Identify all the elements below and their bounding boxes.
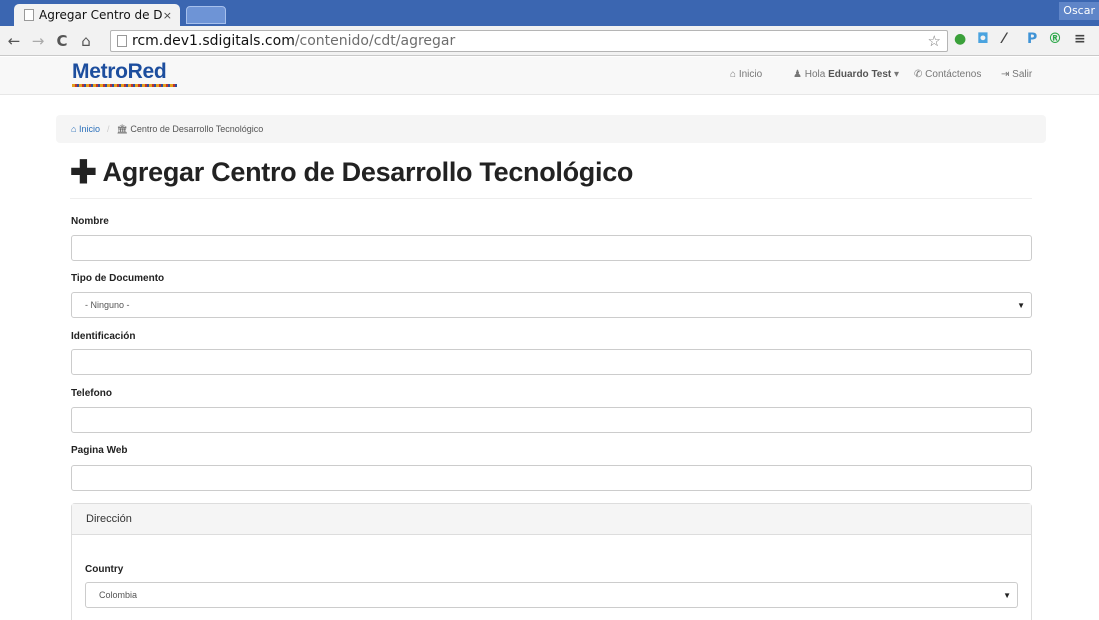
breadcrumb: ⌂ Inicio / 🏛 Centro de Desarrollo Tecnol… [56,115,1046,143]
nav-user-menu[interactable]: ♟ Hola Eduardo Test ▾ [793,69,899,80]
dropdown-arrow-icon: ▼ [1003,591,1011,600]
url-path: /contenido/cdt/agregar [294,33,456,49]
nav-logout[interactable]: ⇥ Salir [1001,69,1032,80]
breadcrumb-home-icon[interactable]: ⌂ [71,124,79,134]
browser-menu-icon[interactable]: ≡ [1074,31,1086,47]
browser-tab[interactable]: Agregar Centro de D × [14,4,180,26]
close-tab-icon[interactable]: × [163,9,172,22]
home-icon: ⌂ [730,69,737,80]
bookmark-star-icon[interactable]: ☆ [928,32,941,50]
forward-icon[interactable]: → [28,32,48,50]
tipo-documento-select[interactable]: - Ninguno - ▼ [71,292,1032,318]
logout-icon: ⇥ [1001,69,1010,80]
breadcrumb-current: Centro de Desarrollo Tecnológico [130,124,264,134]
greeting-label: Hola [804,69,826,80]
identificacion-label: Identificación [71,331,136,342]
identificacion-input[interactable] [71,349,1032,375]
breadcrumb-separator: / [106,124,110,134]
tab-title: Agregar Centro de D [39,8,163,22]
user-name: Eduardo Test [828,69,892,80]
reload-icon[interactable]: C [52,32,72,50]
dropdown-arrow-icon: ▼ [1017,301,1025,310]
nav-logout-label: Salir [1012,69,1033,80]
page-title-text: Agregar Centro de Desarrollo Tecnológico [102,156,634,187]
address-bar[interactable]: rcm.dev1.sdigitals.com /contenido/cdt/ag… [110,30,948,52]
plus-icon: ✚ [70,154,97,190]
breadcrumb-home[interactable]: Inicio [79,124,100,134]
home-icon[interactable]: ⌂ [76,32,96,50]
eyedropper-extension-icon[interactable]: ⁄ [1003,31,1005,47]
browser-tab-strip: Agregar Centro de D × Oscar [0,0,1099,26]
nav-inicio-label: Inicio [738,69,763,80]
tipo-documento-value: - Ninguno - [85,300,130,310]
country-select[interactable]: Colombia ▼ [85,582,1018,608]
p-extension-icon[interactable]: P [1027,31,1037,47]
nombre-input[interactable] [71,235,1032,261]
page-icon [117,35,127,47]
browser-toolbar: ← → C ⌂ rcm.dev1.sdigitals.com /contenid… [0,26,1099,56]
new-tab-button[interactable] [186,6,226,24]
telefono-input[interactable] [71,407,1032,433]
camera-extension-icon[interactable]: ◘ [977,31,989,47]
title-divider [70,198,1032,199]
institution-icon: 🏛 [116,123,131,134]
logo-underline [72,84,177,87]
pagina-web-input[interactable] [71,465,1032,491]
nombre-label: Nombre [71,216,109,227]
chevron-down-icon: ▾ [894,69,900,80]
nav-contact-label: Contáctenos [925,69,982,80]
url-host: rcm.dev1.sdigitals.com [132,33,295,49]
user-icon: ♟ [793,69,802,80]
back-icon[interactable]: ← [4,32,24,50]
evernote-extension-icon[interactable]: ● [954,31,966,47]
nav-contact[interactable]: ✆ Contáctenos [914,69,981,80]
page-icon [24,9,34,21]
pagina-web-label: Pagina Web [71,445,128,456]
tipo-documento-label: Tipo de Documento [71,273,165,284]
phone-icon: ✆ [914,69,923,80]
telefono-label: Telefono [71,388,112,399]
nav-inicio[interactable]: ⌂ Inicio [730,69,762,80]
profile-button[interactable]: Oscar [1059,2,1099,20]
r-extension-icon[interactable]: ® [1048,31,1062,47]
metrored-logo[interactable]: MetroRed [72,60,167,84]
site-navbar: MetroRed ⌂ Inicio ♟ Hola Eduardo Test ▾ … [0,57,1099,95]
direccion-panel-heading: Dirección [72,504,1031,535]
country-label: Country [85,564,124,575]
country-value: Colombia [99,590,138,600]
page-title: ✚ Agregar Centro de Desarrollo Tecnológi… [70,156,633,188]
